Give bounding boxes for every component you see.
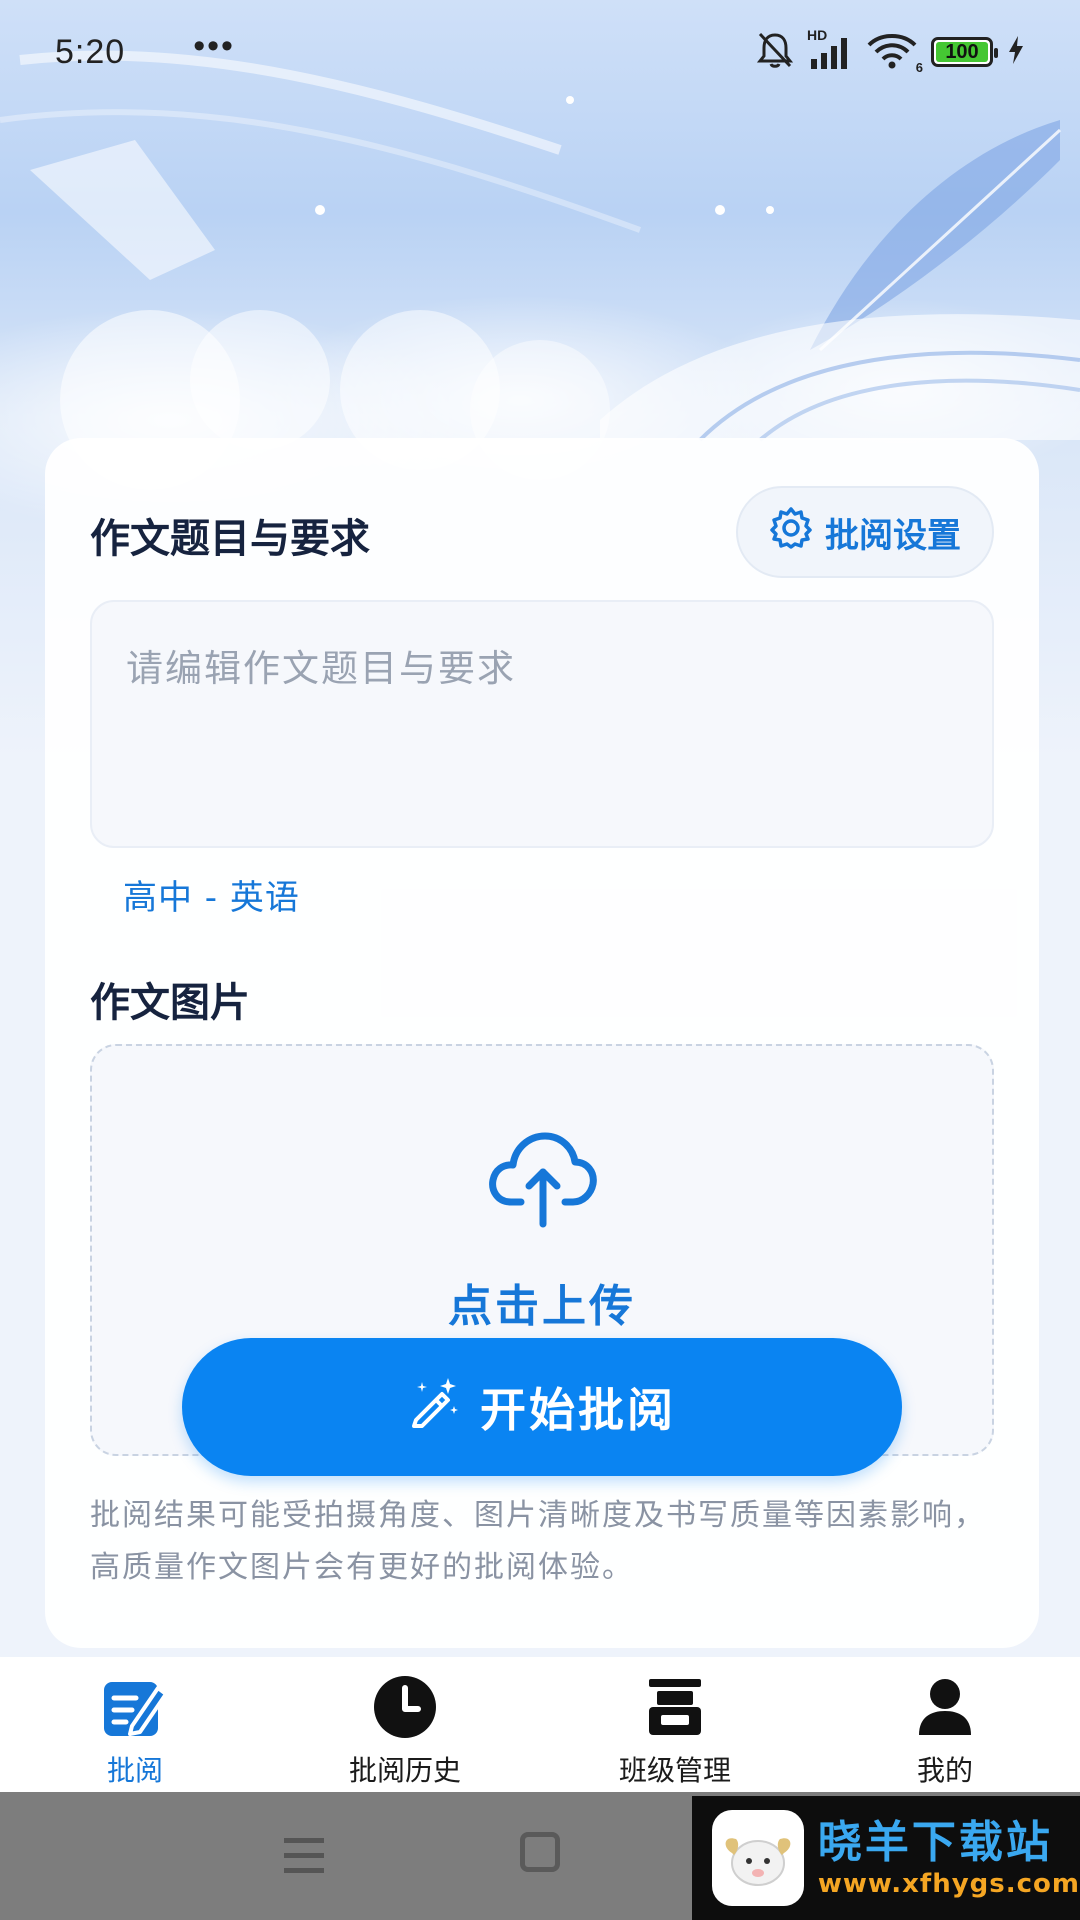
mute-bell-icon bbox=[756, 31, 794, 74]
tab-profile-label: 我的 bbox=[916, 1754, 973, 1787]
watermark-url: www.xfhygs.com bbox=[817, 1869, 1080, 1899]
tab-review[interactable]: 批阅 bbox=[0, 1657, 270, 1792]
tab-review-label: 批阅 bbox=[106, 1754, 163, 1787]
gear-icon bbox=[769, 506, 813, 559]
user-icon bbox=[911, 1673, 979, 1741]
sheep-logo-icon bbox=[712, 1810, 804, 1906]
cloud-upload-icon bbox=[487, 1128, 599, 1232]
topic-placeholder: 请编辑作文题目与要求 bbox=[126, 647, 516, 690]
tab-class-management-label: 班级管理 bbox=[618, 1754, 731, 1787]
start-review-button[interactable]: 开始批阅 bbox=[182, 1338, 902, 1476]
magic-wand-icon bbox=[408, 1376, 460, 1439]
topic-section-title: 作文题目与要求 bbox=[90, 516, 370, 562]
home-square-icon[interactable] bbox=[520, 1832, 560, 1872]
status-more-dots: ••• bbox=[193, 26, 235, 65]
wifi-standard: 6 bbox=[915, 60, 923, 75]
recents-menu-icon[interactable] bbox=[284, 1838, 324, 1878]
image-section-title: 作文图片 bbox=[90, 980, 250, 1026]
tab-profile[interactable]: 我的 bbox=[810, 1657, 1080, 1792]
tab-review-history-label: 批阅历史 bbox=[348, 1754, 461, 1787]
battery-percent: 100 bbox=[945, 40, 979, 63]
clock-icon bbox=[371, 1673, 439, 1741]
battery-icon: 100 bbox=[931, 37, 998, 67]
review-settings-button[interactable]: 批阅设置 bbox=[736, 486, 994, 578]
class-icon bbox=[641, 1673, 709, 1741]
edit-icon bbox=[101, 1673, 169, 1741]
review-settings-label: 批阅设置 bbox=[825, 515, 961, 556]
signal-icon: HD bbox=[807, 27, 853, 71]
upload-label: 点击上传 bbox=[448, 1281, 636, 1332]
watermark: 晓羊下载站 www.xfhygs.com bbox=[692, 1796, 1080, 1920]
status-bar: 5:20 ••• HD 6 100 bbox=[0, 0, 1080, 104]
essay-card: 作文题目与要求 批阅设置 请编辑作文题目与要求 高中 - 英语 作文图片 点击上… bbox=[45, 438, 1039, 1648]
tab-class-management[interactable]: 班级管理 bbox=[540, 1657, 810, 1792]
status-time: 5:20 bbox=[55, 32, 126, 71]
topic-input[interactable]: 请编辑作文题目与要求 bbox=[90, 600, 994, 848]
bottom-tab-bar: 批阅 批阅历史 班级管理 我的 bbox=[0, 1657, 1080, 1792]
status-icons: HD 6 100 bbox=[756, 27, 1025, 75]
start-review-label: 开始批阅 bbox=[480, 1383, 676, 1437]
wifi-icon: 6 bbox=[867, 33, 923, 75]
tab-review-history[interactable]: 批阅历史 bbox=[270, 1657, 540, 1792]
quality-hint: 批阅结果可能受拍摄角度、图片清晰度及书写质量等因素影响，高质量作文图片会有更好的… bbox=[90, 1498, 986, 1585]
watermark-title: 晓羊下载站 bbox=[817, 1817, 1053, 1868]
grade-subject-selector[interactable]: 高中 - 英语 bbox=[123, 870, 300, 919]
charging-bolt-icon bbox=[1007, 35, 1025, 70]
